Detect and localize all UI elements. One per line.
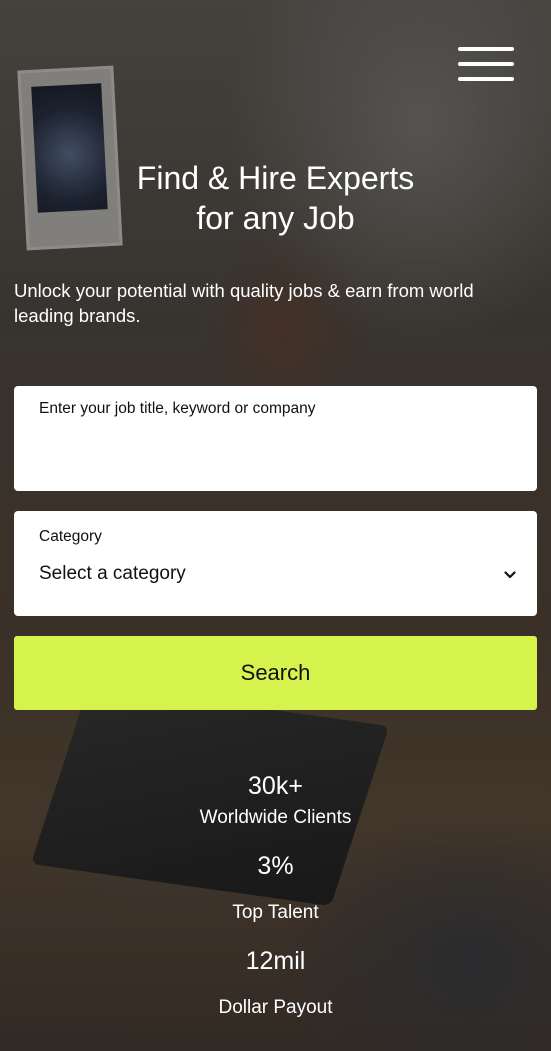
- stat-label-clients: Worldwide Clients: [199, 807, 352, 828]
- keyword-field[interactable]: [14, 386, 537, 491]
- hamburger-menu-icon[interactable]: [458, 47, 514, 83]
- keyword-input[interactable]: [39, 396, 519, 422]
- stat-value-talent: 3%: [257, 852, 294, 880]
- stat-value-clients: 30k+: [248, 772, 303, 800]
- hero-title: Find & Hire Experts for any Job: [0, 158, 551, 238]
- category-select[interactable]: Category Select a category: [14, 511, 537, 616]
- category-label: Category: [39, 528, 102, 545]
- stat-value-payout: 12mil: [245, 947, 306, 975]
- category-selected-value[interactable]: Select a category: [39, 563, 186, 585]
- chevron-down-icon[interactable]: [501, 566, 519, 584]
- search-button[interactable]: Search: [14, 636, 537, 710]
- stat-label-talent: Top Talent: [232, 902, 319, 923]
- stat-label-payout: Dollar Payout: [218, 997, 333, 1018]
- hero-title-line-2: for any Job: [196, 200, 355, 236]
- hero-title-line-1: Find & Hire Experts: [136, 160, 415, 196]
- hero-subtitle: Unlock your potential with quality jobs …: [14, 280, 474, 326]
